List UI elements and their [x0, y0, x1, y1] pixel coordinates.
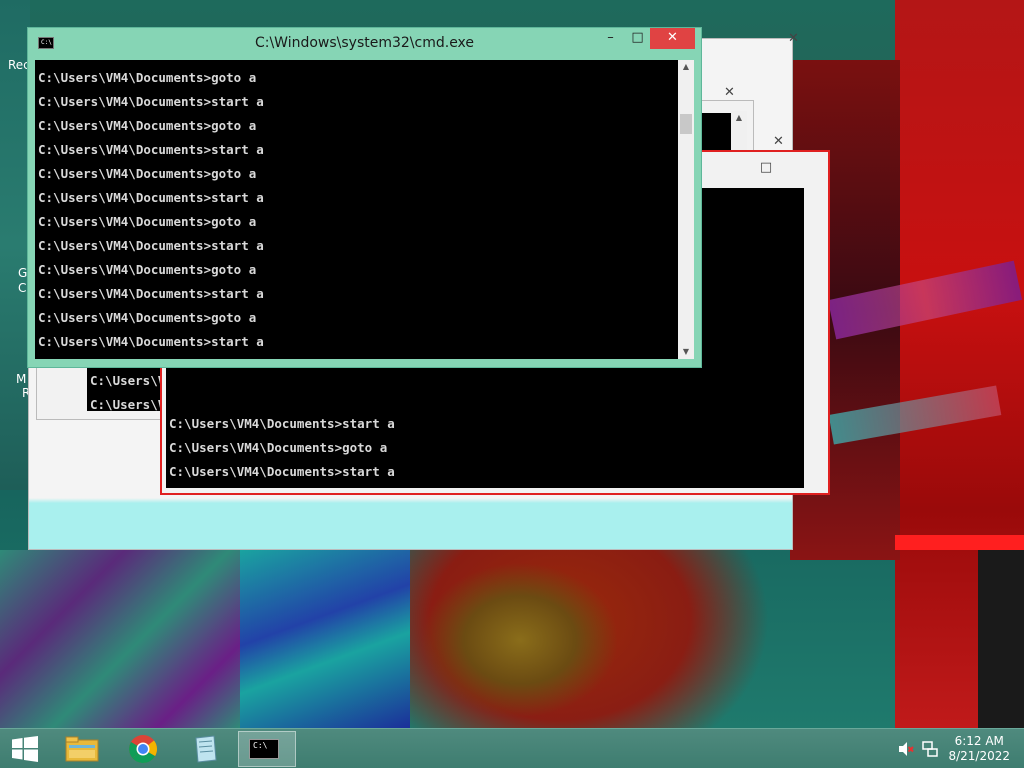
start-button[interactable]: [0, 731, 50, 767]
console-line: C:\Users\VM4\Documents>goto a: [38, 310, 257, 325]
console-line: C:\Users\VM4\Documents>start a: [169, 416, 395, 431]
desktop-icon-label[interactable]: M: [16, 372, 26, 386]
desktop-icon-label[interactable]: C: [18, 281, 26, 295]
clock-date: 8/21/2022: [948, 749, 1010, 763]
close-button[interactable]: ✕: [650, 28, 695, 49]
chrome-icon: [129, 735, 157, 764]
console-line: C:\Users\VM4\Documents>goto a: [169, 440, 388, 455]
console-line: C:\Users\VM4\Documents>goto a: [38, 70, 257, 85]
scroll-down-arrow-icon[interactable]: ▼: [678, 345, 694, 359]
notepad-icon: [195, 735, 217, 763]
console-line: C:\Users\VM4\Documents>goto a: [38, 118, 257, 133]
background-window-maximize-button[interactable]: □: [752, 158, 780, 179]
cmd-scrollbar[interactable]: ▲ ▼: [678, 60, 694, 359]
console-output: C:\Users\VM4\Documents>goto a C:\Users\V…: [35, 60, 678, 359]
scroll-up-arrow-icon[interactable]: ▲: [731, 111, 747, 125]
console-line: C:\Users\VM4\Documents>start a: [38, 142, 264, 157]
console-line: C:\Users\VM4\Documents>goto a: [38, 262, 257, 277]
console-line: C:\Users\VM4\Documents>start a: [38, 238, 264, 253]
scrollbar-thumb[interactable]: [680, 114, 692, 134]
windows-logo-icon: [12, 736, 38, 762]
minimize-button[interactable]: –: [598, 28, 623, 49]
console-line: C:\Users\VM4\Documents>start a: [38, 94, 264, 109]
console-line: C:\Users\VM4\Documents>start a: [38, 334, 264, 349]
clock[interactable]: 6:12 AM 8/21/2022: [948, 734, 1010, 764]
cmd-icon-label: C:\: [253, 741, 268, 750]
wallpaper-glitch: [240, 550, 410, 728]
cmd-title-bar[interactable]: C:\ C:\Windows\system32\cmd.exe – □ ✕: [28, 28, 701, 60]
clock-time: 6:12 AM: [954, 734, 1004, 748]
desktop: Rec G C M R ✕ ✕ C:\Users\VM4\Documents>g…: [0, 0, 1024, 728]
console-line: C:\Users\VM4\Documents>goto a: [38, 214, 257, 229]
cmd-icon: C:\: [249, 739, 279, 759]
taskbar-app[interactable]: [176, 731, 234, 767]
cmd-window[interactable]: C:\ C:\Windows\system32\cmd.exe – □ ✕ C:…: [27, 27, 702, 368]
console-line: C:\Users\VM4\Documents>start a: [169, 464, 395, 479]
console-line: C:\Users\VM4\Documents>goto a: [38, 166, 257, 181]
taskbar-file-explorer[interactable]: [53, 731, 111, 767]
background-window-close-button[interactable]: ✕: [756, 132, 801, 153]
console-line: C:\Users\VM4\Documents>start a: [38, 286, 264, 301]
folder-icon: [65, 736, 99, 762]
console-line: C:\Users\VM4\Documents>start a: [38, 190, 264, 205]
background-window-close-button[interactable]: ✕: [707, 83, 752, 104]
taskbar-chrome[interactable]: [114, 731, 172, 767]
wallpaper-glitch: [0, 0, 30, 490]
taskbar: C:\ 6:12 AM 8/21/2022: [0, 728, 1024, 768]
maximize-button[interactable]: □: [625, 28, 650, 49]
wallpaper-glitch: [0, 550, 240, 728]
wallpaper-glitch: [978, 550, 1024, 728]
scroll-up-arrow-icon[interactable]: ▲: [678, 60, 694, 74]
network-icon[interactable]: [922, 741, 938, 757]
taskbar-cmd[interactable]: C:\: [238, 731, 296, 767]
desktop-icon-label[interactable]: G: [18, 266, 27, 280]
volume-muted-icon[interactable]: [898, 741, 914, 757]
background-window-close-button[interactable]: ✕: [771, 29, 816, 50]
wallpaper-glitch: [895, 535, 1024, 550]
